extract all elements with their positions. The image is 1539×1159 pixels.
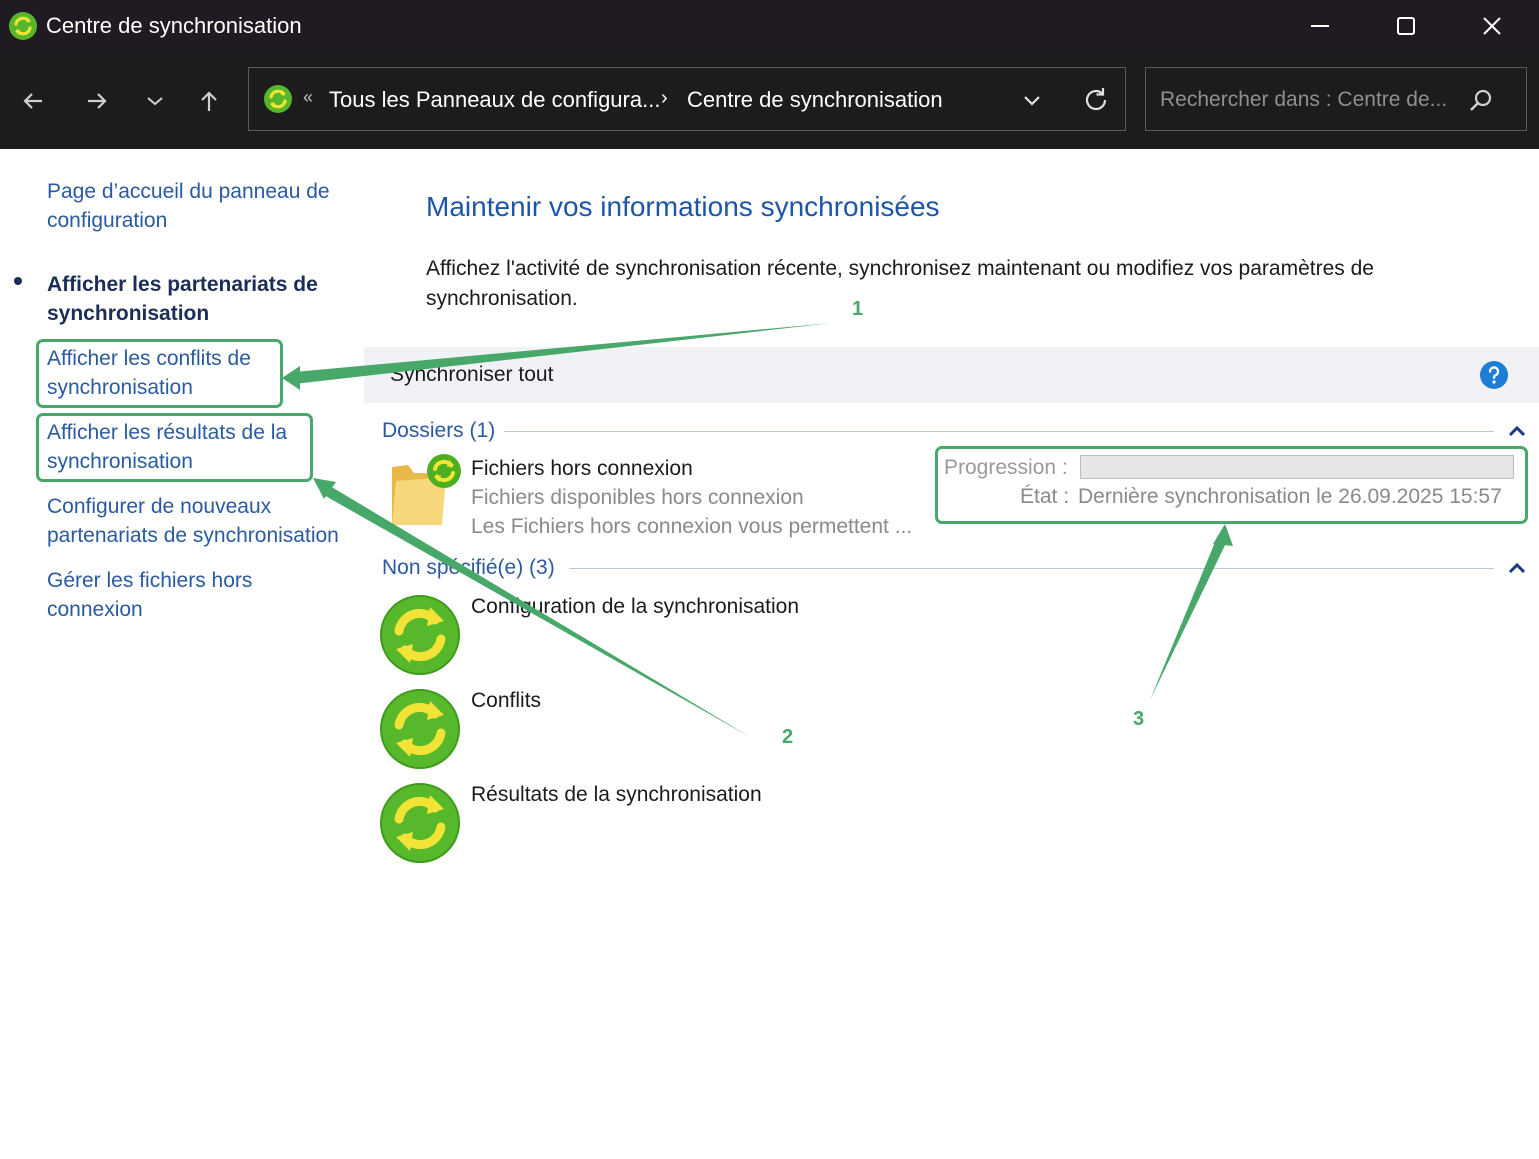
window-title: Centre de synchronisation (46, 13, 302, 38)
arrow-left-icon (23, 93, 42, 109)
page-description: Affichez l'activité de synchronisation r… (426, 257, 1374, 310)
annotation-number-1: 1 (852, 298, 864, 320)
search-icon[interactable] (1464, 84, 1498, 118)
sync-center-icon (9, 12, 37, 40)
address-dropdown-icon[interactable] (1017, 86, 1047, 116)
sync-icon (380, 783, 460, 863)
item-title: Fichiers hors connexion (471, 457, 693, 480)
breadcrumb-overflow[interactable]: « (303, 87, 313, 108)
back-button[interactable] (14, 82, 52, 120)
annotation-number-2: 2 (782, 726, 794, 748)
annotation-box-2 (36, 413, 313, 482)
group-divider (504, 431, 1494, 432)
manage-offline-files-link[interactable]: Gérer les fichiers hors connexion (47, 566, 277, 624)
sync-icon (380, 595, 460, 675)
chevron-up-icon[interactable] (1506, 423, 1528, 439)
sync-all-button[interactable]: Synchroniser tout (390, 363, 553, 387)
item-title: Résultats de la synchronisation (471, 783, 762, 806)
maximize-button[interactable] (1376, 6, 1436, 46)
minimize-button[interactable] (1290, 6, 1350, 46)
breadcrumb-sync-center[interactable]: Centre de synchronisation (687, 87, 943, 113)
setup-new-partnerships-link[interactable]: Configurer de nouveaux partenariats de s… (47, 492, 357, 550)
main-content: Maintenir vos informations synchronisées… (364, 149, 1539, 1159)
group-divider (569, 568, 1494, 569)
arrow-up-icon (201, 91, 217, 111)
close-icon (1483, 17, 1501, 35)
up-button[interactable] (190, 82, 228, 120)
forward-button[interactable] (78, 82, 116, 120)
group-header-unspecified[interactable]: Non spécifié(e) (3) (382, 556, 555, 580)
task-pane: Page d’accueil du panneau de configurati… (0, 149, 364, 1159)
item-subtitle: Fichiers disponibles hors connexion (471, 486, 804, 509)
help-icon[interactable] (1479, 360, 1509, 390)
group-header-folders[interactable]: Dossiers (1) (382, 419, 495, 443)
page-title: Maintenir vos informations synchronisées (426, 191, 940, 222)
selected-bullet (14, 277, 22, 285)
annotation-box-3 (935, 446, 1528, 524)
sync-center-window: Centre de synchronisation « Tous les Pan… (0, 0, 1539, 1159)
annotation-number-3: 3 (1133, 708, 1145, 730)
control-panel-home-link[interactable]: Page d’accueil du panneau de configurati… (47, 177, 357, 235)
sync-icon (380, 689, 460, 769)
item-title: Configuration de la synchronisation (471, 595, 800, 618)
sync-center-icon (264, 85, 292, 113)
annotation-box-1 (36, 339, 283, 408)
chevron-down-icon (147, 97, 163, 106)
sync-folder-icon (392, 454, 461, 525)
search-box[interactable] (1145, 67, 1527, 131)
breadcrumb-control-panel[interactable]: Tous les Panneaux de configura... (329, 87, 660, 113)
refresh-icon[interactable] (1079, 83, 1113, 117)
navigation-bar: « Tous les Panneaux de configura... › Ce… (0, 52, 1539, 149)
arrow-right-icon (88, 93, 107, 109)
item-description: Les Fichiers hors connexion vous permett… (471, 515, 913, 538)
item-title: Conflits (471, 689, 542, 712)
minimize-icon (1311, 25, 1329, 27)
address-bar[interactable]: « Tous les Panneaux de configura... › Ce… (248, 67, 1126, 131)
breadcrumb-separator[interactable]: › (661, 87, 668, 110)
recent-locations-button[interactable] (136, 82, 174, 120)
search-input[interactable] (1158, 82, 1462, 118)
command-bar: Synchroniser tout (364, 347, 1539, 403)
maximize-icon (1397, 17, 1415, 35)
close-button[interactable] (1462, 6, 1522, 46)
title-bar: Centre de synchronisation (0, 0, 1539, 52)
chevron-up-icon[interactable] (1506, 560, 1528, 576)
view-sync-partnerships-link[interactable]: Afficher les partenariats de synchronisa… (47, 270, 357, 328)
